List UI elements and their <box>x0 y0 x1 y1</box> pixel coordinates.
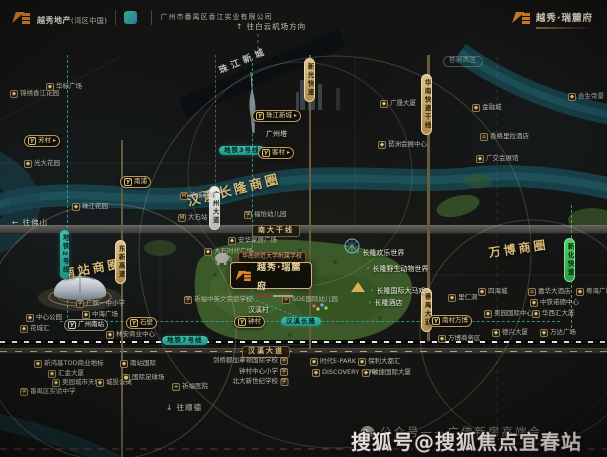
footer-layer: 公众号——广佛新房高端会 <box>0 0 607 457</box>
sohu-watermark: 搜狐号@搜狐焦点宜春站 <box>351 426 582 455</box>
map-screenshot: ↑ 往白云机场方向← 往佛山↓ 往顺德珠江新城汉溪长隆商圈南站商圈万博商圈地铁2… <box>0 0 607 457</box>
